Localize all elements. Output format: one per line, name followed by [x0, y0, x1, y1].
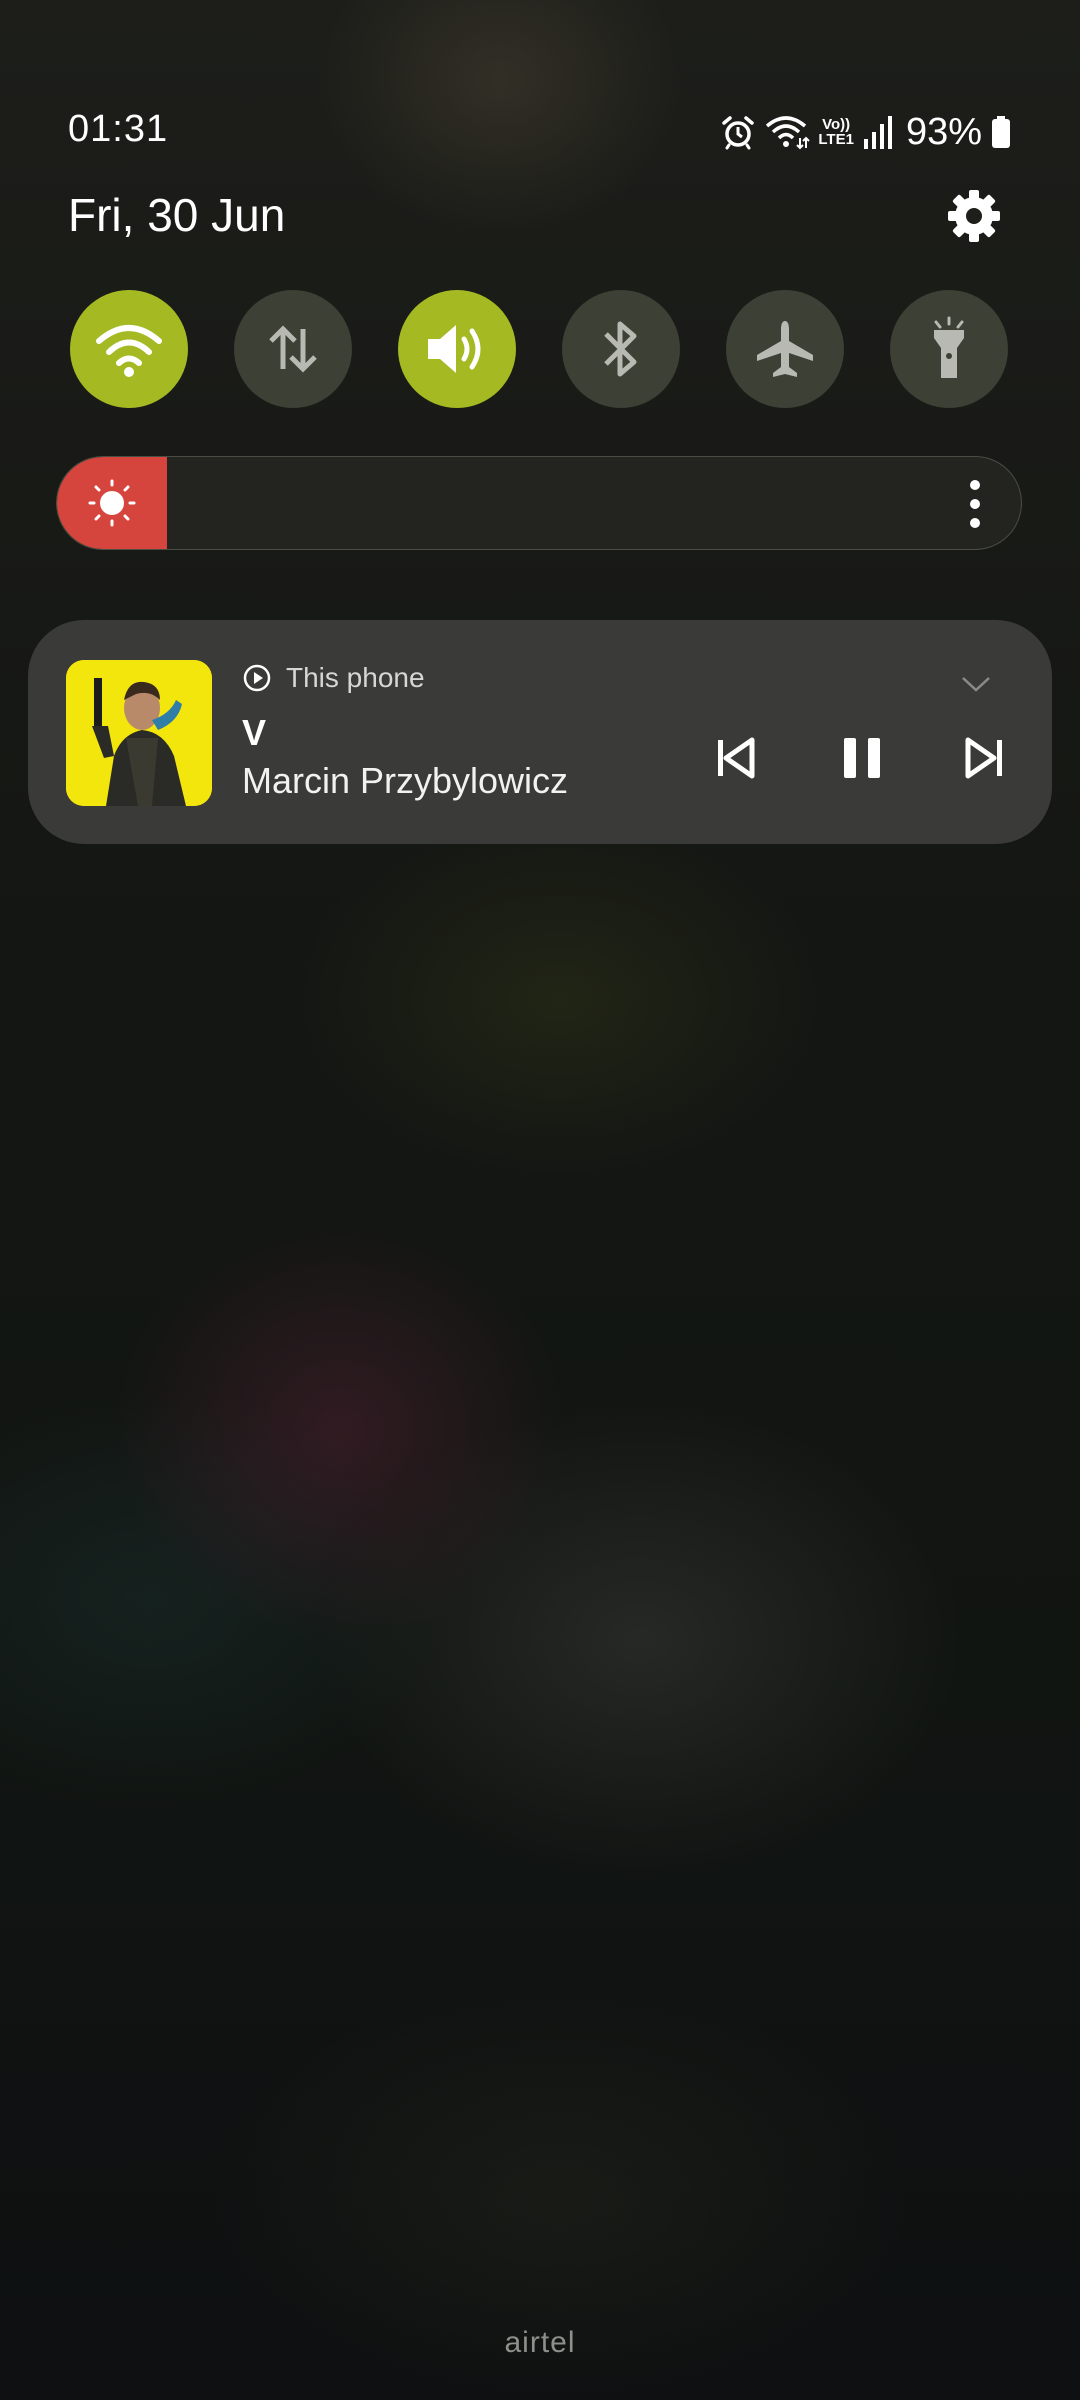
- previous-track-icon[interactable]: [708, 730, 764, 786]
- alarm-icon: [722, 116, 755, 150]
- sound-icon: [428, 325, 481, 373]
- wifi-status-icon: [766, 116, 811, 150]
- volte-indicator: Vo)) LTE1: [818, 117, 854, 147]
- sound-toggle[interactable]: [398, 290, 516, 408]
- volte-label: Vo)): [822, 116, 851, 133]
- battery-icon: [992, 116, 1010, 148]
- mobile-data-icon: [269, 325, 317, 373]
- bluetooth-toggle[interactable]: [562, 290, 680, 408]
- album-art[interactable]: [66, 660, 212, 806]
- battery-percent: 93%: [905, 110, 982, 153]
- more-options-icon[interactable]: [967, 479, 983, 529]
- play-circle-icon: [243, 664, 271, 692]
- gear-icon[interactable]: [944, 186, 1004, 246]
- lte-label: LTE1: [818, 131, 854, 148]
- track-title: V: [242, 712, 267, 753]
- brightness-fill[interactable]: [57, 457, 167, 549]
- output-source-label: This phone: [286, 662, 425, 693]
- pause-icon[interactable]: [834, 730, 890, 786]
- chevron-down-icon[interactable]: [960, 674, 992, 694]
- flashlight-toggle[interactable]: [890, 290, 1008, 408]
- track-artist: Marcin Przybylowicz: [242, 760, 569, 801]
- bluetooth-icon: [604, 321, 637, 377]
- wifi-toggle[interactable]: [70, 290, 188, 408]
- date-label: Fri, 30 Jun: [68, 189, 286, 241]
- brightness-slider[interactable]: [56, 456, 1022, 550]
- quick-settings-row: [70, 290, 1008, 408]
- sun-icon: [88, 479, 136, 527]
- status-icons: Vo)) LTE1 93%: [720, 108, 1012, 156]
- status-clock: 01:31: [68, 108, 169, 150]
- signal-icon: [863, 116, 892, 149]
- airplane-icon: [757, 321, 813, 377]
- airplane-mode-toggle[interactable]: [726, 290, 844, 408]
- media-player-card[interactable]: This phone V Marcin Przybylowicz: [28, 620, 1052, 844]
- status-bar: 01:31 Vo)) LTE1 93%: [68, 108, 1012, 158]
- mobile-data-toggle[interactable]: [234, 290, 352, 408]
- album-art-image: [66, 660, 212, 806]
- carrier-label: airtel: [504, 2326, 576, 2359]
- flashlight-icon: [934, 316, 964, 378]
- next-track-icon[interactable]: [956, 730, 1012, 786]
- output-source[interactable]: This phone: [242, 662, 425, 694]
- wifi-icon: [96, 325, 162, 377]
